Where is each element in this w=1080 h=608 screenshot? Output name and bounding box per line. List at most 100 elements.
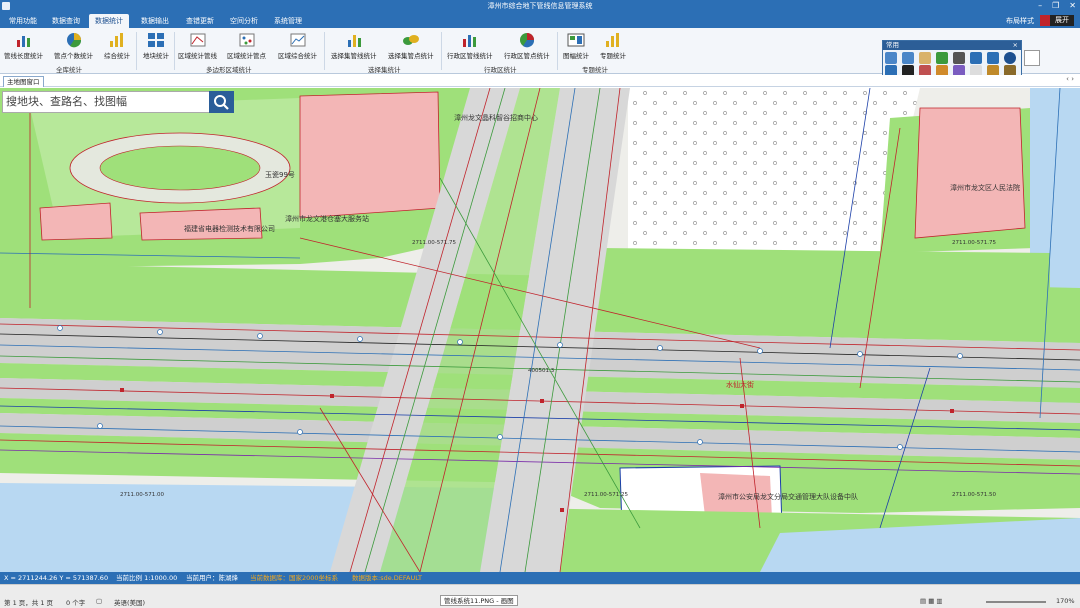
search-button[interactable] xyxy=(209,91,234,113)
divider xyxy=(136,32,137,70)
toolbox-title: 常用 xyxy=(886,41,899,49)
search-icon xyxy=(214,95,229,110)
full-extent-icon[interactable] xyxy=(936,52,948,64)
grid-label: 400501.3 xyxy=(528,368,555,374)
sheet-stats-button[interactable]: 图幅统计 xyxy=(563,32,589,60)
page-indicator: 第 1 页，共 1 页 xyxy=(4,599,54,607)
scale-readout: 当前比例 1:1000.00 xyxy=(116,574,178,582)
map-sheet-icon xyxy=(567,33,585,47)
current-database: 当前数据库：国家2000坐标系 xyxy=(250,574,339,582)
point-count-button[interactable]: 管点个数统计 xyxy=(54,32,93,60)
region-comprehensive-button[interactable]: 区域综合统计 xyxy=(278,32,317,60)
tab-spatial-analysis[interactable]: 空间分析 xyxy=(224,14,264,28)
tab-common[interactable]: 常用功能 xyxy=(3,14,43,28)
tab-scroll-arrows[interactable]: ‹ › xyxy=(1066,75,1074,83)
divider xyxy=(441,32,442,70)
map-label: 玉瓷99号 xyxy=(265,171,295,179)
map-label: 漳州市公安局龙文分局交通管理大队设备中队 xyxy=(718,493,858,501)
info-icon[interactable] xyxy=(1004,52,1016,64)
topic-stats-button[interactable]: 专题统计 xyxy=(600,32,626,60)
tab-data-stats[interactable]: 数据统计 xyxy=(89,14,129,28)
app-icon xyxy=(2,2,10,10)
taskbar: 第 1 页，共 1 页 0 个字 ▢ 英语(美国) ▤ ▦ ▥ 170% xyxy=(0,584,1080,608)
expand-button[interactable]: 展开 xyxy=(1040,15,1074,26)
divider xyxy=(324,32,325,70)
bar-chart-icon xyxy=(16,36,30,47)
select-point-button[interactable]: 选择集管点统计 xyxy=(388,32,434,60)
admin-pipe-button[interactable]: 行政区管线统计 xyxy=(447,32,493,60)
select-pipe-button[interactable]: 选择集管线统计 xyxy=(331,32,377,60)
zoom-level: 170% xyxy=(1056,597,1075,605)
tab-data-output[interactable]: 数据输出 xyxy=(135,14,175,28)
grid-label: 2711.00-571.25 xyxy=(584,492,628,498)
toolbox-close-icon[interactable]: × xyxy=(1013,41,1018,50)
road-label: 水仙大街 xyxy=(726,381,754,389)
pan-icon[interactable] xyxy=(919,52,931,64)
zoom-slider[interactable] xyxy=(986,601,1046,603)
zoom-out-icon[interactable] xyxy=(902,52,914,64)
map-label: 漳州市龙文港仓塞大服务站 xyxy=(285,215,369,223)
region-pipe-button[interactable]: 区域统计管线 xyxy=(178,32,217,60)
grid-label: 2711.00-571.75 xyxy=(412,240,456,246)
status-bar: X = 2711244.26 Y = 571387.60 当前比例 1:1000… xyxy=(0,572,1080,584)
map-canvas[interactable]: 搜地块、查路名、找图幅 漳州龙文晶科智谷招商中心 漳州市龙文区人民法院 玉瓷99… xyxy=(0,88,1080,572)
group-label-full: 全库统计 xyxy=(56,66,82,74)
data-version: 数据版本:sde.DEFAULT xyxy=(352,574,422,582)
group-label-admin: 行政区统计 xyxy=(484,66,517,74)
taskbar-tooltip: 管线系统11.PNG - 画图 xyxy=(440,595,518,606)
selection-points-icon xyxy=(402,35,419,45)
map-graphics xyxy=(0,88,1080,572)
group-label-topic: 专题统计 xyxy=(582,66,608,74)
word-count: 0 个字 xyxy=(66,599,86,607)
map-label: 福建省电器检测技术有限公司 xyxy=(184,225,275,233)
grid-label: 2711.00-571.00 xyxy=(120,492,164,498)
map-label: 漳州市龙文区人民法院 xyxy=(950,184,1020,192)
tab-system-admin[interactable]: 系统管理 xyxy=(268,14,308,28)
selection-bar-icon xyxy=(347,35,361,47)
tab-main-map[interactable]: 主地图窗口 xyxy=(3,76,44,87)
tab-error-update[interactable]: 查错更新 xyxy=(180,14,220,28)
grid-label: 2711.00-571.75 xyxy=(952,240,996,246)
restore-icon[interactable]: ❐ xyxy=(1052,0,1059,12)
window-title: 漳州市综合地下管线信息管理系统 xyxy=(487,2,593,10)
group-label-polygon: 多边形区域统计 xyxy=(206,66,252,74)
topic-bar-icon xyxy=(606,33,619,47)
group-label-selection: 选择集统计 xyxy=(368,66,401,74)
comprehensive-stats-button[interactable]: 综合统计 xyxy=(104,32,130,60)
title-bar: 漳州市综合地下管线信息管理系统 – ❐ ✕ xyxy=(0,0,1080,12)
polygon-stats-icon xyxy=(290,33,305,47)
bar-chart-yellow-icon xyxy=(110,33,123,47)
block-stats-button[interactable]: 地块统计 xyxy=(143,32,169,60)
tab-data-query[interactable]: 数据查询 xyxy=(46,14,86,28)
admin-bar-icon xyxy=(462,35,476,47)
search-input[interactable]: 搜地块、查路名、找图幅 xyxy=(2,91,234,113)
document-tabs: 主地图窗口 ‹ › xyxy=(0,75,1080,87)
view-mode-icons[interactable]: ▤ ▦ ▥ xyxy=(920,597,943,605)
divider xyxy=(557,32,558,70)
current-user: 当前用户：陈湖烽 xyxy=(186,574,238,582)
polygon-points-icon xyxy=(239,33,254,47)
admin-pie-icon xyxy=(519,33,534,48)
minimize-icon[interactable]: – xyxy=(1038,0,1042,12)
region-point-button[interactable]: 区域统计管点 xyxy=(227,32,266,60)
admin-point-button[interactable]: 行政区管点统计 xyxy=(504,32,550,60)
map-label: 漳州龙文晶科智谷招商中心 xyxy=(454,114,538,122)
divider xyxy=(174,32,175,70)
language-indicator: 英语(美国) xyxy=(114,599,146,607)
layout-style-menu[interactable]: 布局样式 xyxy=(1006,14,1034,28)
pie-chart-icon xyxy=(66,33,81,48)
doc-icon: ▢ xyxy=(96,597,103,605)
coordinate-readout: X = 2711244.26 Y = 571387.60 xyxy=(4,574,109,582)
polygon-line-icon xyxy=(190,33,205,47)
forward-icon[interactable] xyxy=(987,52,999,64)
menu-bar: 常用功能 数据查询 数据统计 数据输出 查错更新 空间分析 系统管理 布局样式 … xyxy=(0,12,1080,28)
pipe-length-button[interactable]: 管线长度统计 xyxy=(4,32,43,60)
grid-label: 2711.00-571.50 xyxy=(952,492,996,498)
back-icon[interactable] xyxy=(970,52,982,64)
close-icon[interactable]: ✕ xyxy=(1069,0,1076,12)
color-swatch[interactable] xyxy=(1024,50,1040,66)
grid-icon xyxy=(148,33,164,47)
zoom-in-icon[interactable] xyxy=(885,52,897,64)
common-toolbox: 常用 × xyxy=(882,40,1022,80)
fixed-zoom-icon[interactable] xyxy=(953,52,965,64)
